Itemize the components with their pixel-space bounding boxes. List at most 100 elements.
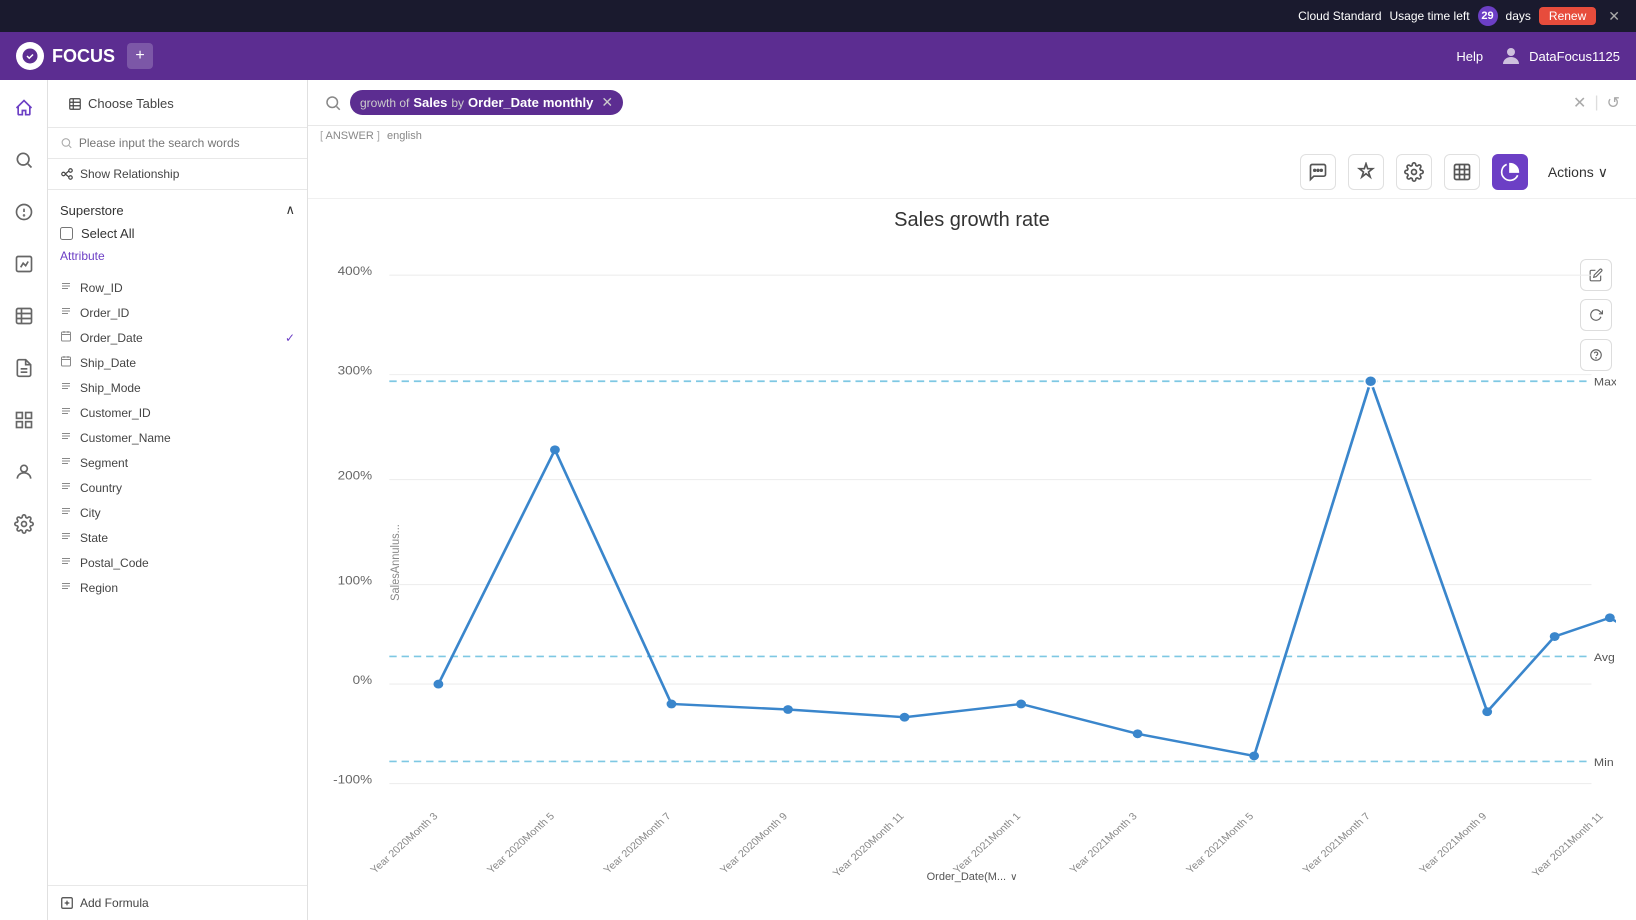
field-item[interactable]: Order_Date ✓ <box>48 325 307 350</box>
nav-chart-icon[interactable] <box>8 248 40 280</box>
clear-search-icon[interactable]: ✕ <box>1573 93 1586 113</box>
days-label: days <box>1506 9 1531 23</box>
field-type-icon <box>60 530 74 545</box>
field-type-icon <box>60 580 74 595</box>
svg-text:400%: 400% <box>338 264 372 278</box>
content-area: growth of Sales by Order_Date monthly ✕ … <box>308 80 1636 920</box>
usage-time-text: Usage time left <box>1390 9 1470 23</box>
data-point-6 <box>1133 729 1143 738</box>
actions-chevron-icon: ∨ <box>1598 164 1608 181</box>
data-point-7 <box>1249 751 1259 760</box>
chart-container: Sales growth rate 400% 300% <box>308 199 1636 920</box>
new-tab-button[interactable]: + <box>127 43 153 69</box>
choose-tables-button[interactable]: Choose Tables <box>60 92 182 115</box>
field-name: Order_Date <box>80 331 143 345</box>
comment-toolbar-icon[interactable] <box>1300 154 1336 190</box>
field-item[interactable]: Row_ID <box>48 275 307 300</box>
nav-analysis-icon[interactable] <box>8 404 40 436</box>
svg-text:300%: 300% <box>338 363 372 377</box>
field-chevron-icon: ✓ <box>285 331 295 345</box>
data-point-3 <box>783 705 793 714</box>
chart-title: Sales growth rate <box>328 209 1616 232</box>
svg-text:Year 2020Month 7: Year 2020Month 7 <box>601 811 674 876</box>
logo-area: FOCUS <box>16 42 115 70</box>
field-item[interactable]: Order_ID <box>48 300 307 325</box>
svg-text:-100%: -100% <box>333 772 372 786</box>
relationship-icon <box>60 167 74 181</box>
add-formula-button[interactable]: Add Formula <box>48 885 307 920</box>
gear-toolbar-icon[interactable] <box>1396 154 1432 190</box>
nav-user-icon[interactable] <box>8 456 40 488</box>
renew-button[interactable]: Renew <box>1539 7 1596 25</box>
svg-text:Avg 33%: Avg 33% <box>1594 651 1616 663</box>
pie-chart-toolbar-icon[interactable] <box>1492 154 1528 190</box>
svg-text:Year 2020Month 11: Year 2020Month 11 <box>831 811 907 880</box>
app-title: FOCUS <box>52 46 115 67</box>
pill-monthly: monthly <box>543 95 594 110</box>
collapse-icon: ∧ <box>285 202 295 218</box>
field-item[interactable]: Customer_ID <box>48 400 307 425</box>
pill-close-icon[interactable]: ✕ <box>601 94 613 111</box>
lang-label: english <box>387 130 422 142</box>
table-view-toolbar-icon[interactable] <box>1444 154 1480 190</box>
field-item[interactable]: Country <box>48 475 307 500</box>
field-item[interactable]: Customer_Name <box>48 425 307 450</box>
field-name: State <box>80 531 108 545</box>
field-type-icon <box>60 305 74 320</box>
cloud-standard-text: Cloud Standard <box>1298 9 1381 23</box>
x-axis-dropdown-icon[interactable]: ∨ <box>1010 872 1017 883</box>
select-all-checkbox[interactable] <box>60 227 73 240</box>
svg-text:Year 2020Month 3: Year 2020Month 3 <box>368 811 441 876</box>
pill-order-date: Order_Date <box>468 95 539 110</box>
help-link[interactable]: Help <box>1456 49 1483 64</box>
user-menu[interactable]: DataFocus1125 <box>1499 44 1620 68</box>
field-item[interactable]: Ship_Date <box>48 350 307 375</box>
x-axis-label-area[interactable]: Order_Date(M... ∨ <box>927 871 1018 883</box>
svg-text:200%: 200% <box>338 468 372 482</box>
field-list: Row_ID Order_ID Order_Date ✓ Ship_Date S… <box>48 275 307 885</box>
nav-table-icon[interactable] <box>8 300 40 332</box>
sidebar: Choose Tables Show Relationship Supersto… <box>48 80 308 920</box>
close-banner-icon[interactable]: ✕ <box>1608 8 1620 25</box>
show-relationship-btn[interactable]: Show Relationship <box>48 159 307 190</box>
field-name: Customer_ID <box>80 406 151 420</box>
sidebar-search-input[interactable] <box>79 136 295 150</box>
search-bar-area: growth of Sales by Order_Date monthly ✕ … <box>308 80 1636 126</box>
field-name: Ship_Mode <box>80 381 141 395</box>
nav-home-icon[interactable] <box>8 92 40 124</box>
field-item[interactable]: Segment <box>48 450 307 475</box>
logo-icon <box>16 42 44 70</box>
field-name: Segment <box>80 456 128 470</box>
svg-text:Year 2021Month 1: Year 2021Month 1 <box>951 811 1024 876</box>
field-type-icon <box>60 480 74 495</box>
field-item[interactable]: Ship_Mode <box>48 375 307 400</box>
refresh-search-icon[interactable]: ↺ <box>1607 93 1620 113</box>
field-type-icon <box>60 555 74 570</box>
field-item[interactable]: Region <box>48 575 307 600</box>
actions-label: Actions <box>1548 164 1594 180</box>
actions-button[interactable]: Actions ∨ <box>1540 160 1616 185</box>
svg-text:Year 2020Month 9: Year 2020Month 9 <box>718 811 791 876</box>
chart-toolbar: Actions ∨ <box>308 146 1636 199</box>
field-type-icon <box>60 355 74 370</box>
table-header[interactable]: Superstore ∧ <box>60 198 295 222</box>
search-pill[interactable]: growth of Sales by Order_Date monthly ✕ <box>350 90 623 115</box>
nav-settings-icon[interactable] <box>8 508 40 540</box>
main-search-icon <box>324 94 342 112</box>
field-item[interactable]: State <box>48 525 307 550</box>
field-name: Customer_Name <box>80 431 171 445</box>
pin-toolbar-icon[interactable] <box>1348 154 1384 190</box>
field-name: City <box>80 506 101 520</box>
bracket-open: [ <box>320 130 323 142</box>
svg-text:SalesAnnulus...: SalesAnnulus... <box>389 524 403 601</box>
nav-info-icon[interactable] <box>8 196 40 228</box>
data-point-9 <box>1482 707 1492 716</box>
divider: | <box>1594 94 1598 112</box>
field-item[interactable]: City <box>48 500 307 525</box>
field-item[interactable]: Postal_Code <box>48 550 307 575</box>
table-name: Superstore <box>60 203 124 218</box>
choose-tables-label: Choose Tables <box>88 96 174 111</box>
nav-document-icon[interactable] <box>8 352 40 384</box>
nav-search-icon[interactable] <box>8 144 40 176</box>
field-type-icon <box>60 430 74 445</box>
